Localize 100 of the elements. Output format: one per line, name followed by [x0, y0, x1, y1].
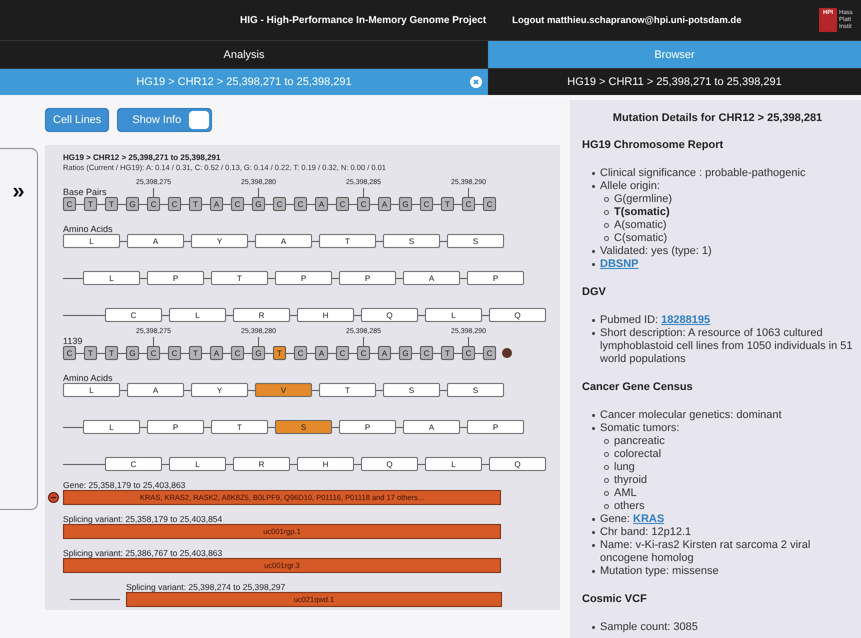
amino-acid-box: P — [147, 271, 204, 285]
base-box: A — [315, 197, 328, 211]
base-box: T — [189, 346, 202, 360]
base-box: C — [420, 346, 433, 360]
region-title: HG19 > CHR12 > 25,398,271 to 25,398,291 — [63, 153, 222, 163]
base-box: C — [357, 346, 370, 360]
base-box: C — [420, 197, 433, 211]
detail-text: pancreatic — [614, 435, 665, 448]
base-box: G — [126, 197, 139, 211]
base-box: C — [231, 197, 244, 211]
detail-text: Mutation type: missense — [600, 565, 719, 578]
show-info-toggle[interactable]: Show Info — [117, 108, 212, 132]
amino-acid-box: T — [319, 234, 376, 248]
detail-text: Name: v-Ki-ras2 Kirsten rat sarcoma 2 viral oncogene homolog — [600, 539, 812, 565]
region-tab[interactable]: HG19 > CHR11 > 25,398,271 to 25,398,291 — [488, 68, 861, 95]
amino-acid-box: L — [169, 457, 226, 471]
collapse-icon[interactable] — [48, 492, 59, 503]
base-box: C — [63, 197, 76, 211]
amino-acid-box: H — [297, 308, 354, 322]
amino-acids-label: Amino Acids — [63, 373, 114, 383]
detail-link[interactable]: KRAS — [633, 513, 664, 525]
amino-acid-box: Y — [191, 234, 248, 248]
detail-text: Cancer molecular genetics: dominant — [600, 409, 782, 422]
cell-lines-button[interactable]: Cell Lines — [45, 108, 110, 132]
sidebar-toggle[interactable]: » — [12, 181, 25, 203]
base-box: C — [147, 197, 160, 211]
base-box: C — [483, 197, 496, 211]
gene-label: Gene: 25,358,179 to 25,403,863 — [63, 480, 186, 490]
base-box: G — [252, 197, 265, 211]
detail-text: T(somatic) — [614, 206, 670, 219]
app-title: HIG - High-Performance In-Memory Genome Project — [240, 14, 486, 26]
detail-text: colorectal — [614, 448, 662, 461]
amino-acid-box: A — [403, 420, 460, 434]
base-box: C — [294, 346, 307, 360]
detail-text: C(somatic) — [614, 232, 668, 245]
amino-acid-box: A — [255, 234, 312, 248]
bullet-icon — [604, 210, 609, 215]
base-box: A — [210, 346, 223, 360]
bullet-icon — [592, 172, 595, 175]
base-box: C — [462, 197, 475, 211]
amino-acids-label: Amino Acids — [63, 224, 114, 234]
gene-label: Splicing variant: 25,386,767 to 25,403,863 — [63, 548, 224, 558]
bullet-icon — [592, 531, 595, 534]
base-box: C — [336, 197, 349, 211]
detail-text: Clinical significance : probable-pathogenic — [600, 167, 806, 180]
amino-acid-box: A — [127, 234, 184, 248]
base-box: A — [378, 197, 391, 211]
detail-text: Allele origin: — [600, 180, 660, 193]
amino-acid-box: L — [63, 383, 120, 397]
bullet-icon — [592, 518, 595, 521]
base-box: G — [126, 346, 139, 360]
amino-acid-box: S — [383, 234, 440, 248]
amino-acid-box: Q — [361, 457, 418, 471]
amino-acid-box: P — [275, 271, 332, 285]
bullet-icon — [604, 478, 609, 483]
amino-acid-box: T — [319, 383, 376, 397]
amino-acid-box: S — [383, 383, 440, 397]
detail-text: Sample count: 3085 — [600, 621, 698, 634]
base-box: T — [105, 346, 118, 360]
bullet-icon — [604, 439, 609, 444]
detail-text: lung — [614, 461, 635, 474]
base-box: G — [399, 197, 412, 211]
bullet-icon — [592, 544, 595, 547]
detail-text: Validated: yes (type: 1) — [600, 245, 712, 258]
details-title: Mutation Details for CHR12 > 25,398,281 — [612, 112, 824, 125]
amino-acid-box: L — [83, 271, 140, 285]
bullet-icon — [604, 223, 609, 228]
bullet-icon — [604, 465, 609, 470]
detail-text: Pubmed ID: 18288195 — [600, 314, 710, 327]
bullet-icon — [604, 452, 609, 457]
base-box: A — [378, 346, 391, 360]
amino-acid-box: A — [127, 383, 184, 397]
amino-acid-box: L — [83, 420, 140, 434]
amino-acid-box: A — [403, 271, 460, 285]
logout-link[interactable]: Logout matthieu.schapranow@hpi.uni-potsdam.de — [512, 14, 742, 26]
amino-acid-box: Q — [489, 457, 546, 471]
bullet-icon — [592, 427, 595, 430]
section-heading: Cosmic VCF — [582, 593, 648, 606]
base-box: C — [483, 346, 496, 360]
amino-acid-box: P — [339, 420, 396, 434]
close-icon[interactable] — [470, 76, 482, 88]
detail-link[interactable]: DBSNP — [600, 258, 639, 271]
bullet-icon — [592, 570, 595, 573]
tab[interactable]: Analysis — [0, 40, 488, 68]
base-box: C — [168, 197, 181, 211]
amino-acid-box: Q — [489, 308, 546, 322]
bullet-icon — [592, 250, 595, 253]
amino-acid-box: L — [169, 308, 226, 322]
bullet-icon — [604, 504, 609, 509]
region-tab[interactable]: HG19 > CHR12 > 25,398,271 to 25,398,291 — [0, 68, 488, 95]
base-box: C — [336, 346, 349, 360]
track-label: 1139 — [63, 337, 84, 346]
base-box: C — [147, 346, 160, 360]
detail-link[interactable]: 18288195 — [661, 314, 710, 326]
amino-acid-box: C — [105, 308, 162, 322]
amino-acid-box: Y — [191, 383, 248, 397]
amino-acid-box: R — [233, 457, 290, 471]
base-box: T — [441, 197, 454, 211]
detail-text: Gene: KRAS — [600, 513, 664, 526]
tab[interactable]: Browser — [488, 40, 861, 68]
